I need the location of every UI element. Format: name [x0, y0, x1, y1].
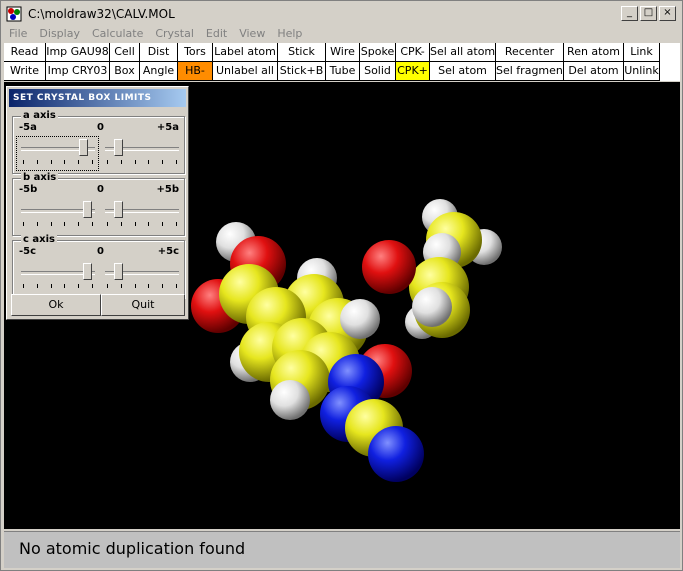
menu-display[interactable]: Display [33, 25, 86, 43]
atom-oxygen [362, 240, 416, 294]
b-axis-min-label: -5b [19, 184, 38, 195]
slider-thumb[interactable] [114, 139, 123, 156]
angle-button[interactable]: Angle [140, 62, 178, 81]
del-atom-button[interactable]: Del atom [564, 62, 624, 81]
toolbar-row-2: Write Imp CRY03 Box Angle HB- Unlabel al… [4, 62, 660, 81]
read-button[interactable]: Read [4, 43, 46, 62]
sel-fragment-button[interactable]: Sel fragment [496, 62, 564, 81]
cpk-minus-button[interactable]: CPK- [396, 43, 430, 62]
slider-thumb[interactable] [114, 263, 123, 280]
minimize-button[interactable]: _ [621, 6, 638, 21]
menu-bar: File Display Calculate Crystal Edit View… [3, 25, 308, 43]
app-icon [6, 6, 22, 22]
solid-button[interactable]: Solid [360, 62, 396, 81]
stick-b-button[interactable]: Stick+B [278, 62, 326, 81]
tube-button[interactable]: Tube [326, 62, 360, 81]
b-axis-group: b axis -5b 0 +5b [12, 172, 185, 236]
dist-button[interactable]: Dist [140, 43, 178, 62]
a-axis-group: a axis -5a 0 +5a [12, 110, 185, 174]
unlabel-all-button[interactable]: Unlabel all [213, 62, 278, 81]
label-atom-button[interactable]: Label atom [213, 43, 278, 62]
a-axis-max-label: +5a [156, 122, 179, 133]
hb-minus-button[interactable]: HB- [178, 62, 213, 81]
a-axis-max-slider[interactable] [105, 137, 179, 167]
c-axis-legend: c axis [21, 234, 57, 245]
c-axis-max-slider[interactable] [105, 261, 179, 291]
slider-thumb[interactable] [114, 201, 123, 218]
menu-view[interactable]: View [233, 25, 271, 43]
c-axis-min-slider[interactable] [21, 261, 95, 291]
c-axis-zero-label: 0 [97, 246, 104, 257]
write-button[interactable]: Write [4, 62, 46, 81]
spoke-button[interactable]: Spoke [360, 43, 396, 62]
quit-button[interactable]: Quit [101, 294, 185, 316]
menu-calculate[interactable]: Calculate [86, 25, 149, 43]
link-button[interactable]: Link [624, 43, 660, 62]
title-bar[interactable]: C:\moldraw32\CALV.MOL _ □ × [3, 3, 680, 24]
atom-hydrogen [412, 287, 452, 327]
cpk-plus-button[interactable]: CPK+ [396, 62, 430, 81]
cell-button[interactable]: Cell [110, 43, 140, 62]
menu-edit[interactable]: Edit [200, 25, 233, 43]
c-axis-max-label: +5c [157, 246, 179, 257]
a-axis-min-label: -5a [19, 122, 37, 133]
wire-button[interactable]: Wire [326, 43, 360, 62]
menu-help[interactable]: Help [271, 25, 308, 43]
recenter-button[interactable]: Recenter [496, 43, 564, 62]
a-axis-zero-label: 0 [97, 122, 104, 133]
status-bar: No atomic duplication found [4, 531, 680, 568]
dialog-title[interactable]: SET CRYSTAL BOX LIMITS [9, 89, 186, 107]
ok-button[interactable]: Ok [11, 294, 101, 316]
slider-thumb[interactable] [83, 263, 92, 280]
close-button[interactable]: × [659, 6, 676, 21]
crystal-box-dialog: SET CRYSTAL BOX LIMITS a axis -5a 0 +5a … [6, 86, 189, 320]
imp-gau98-button[interactable]: Imp GAU98 [46, 43, 110, 62]
b-axis-min-slider[interactable] [21, 199, 95, 229]
b-axis-legend: b axis [21, 172, 59, 183]
status-message: No atomic duplication found [19, 539, 246, 558]
ren-atom-button[interactable]: Ren atom [564, 43, 624, 62]
tors-button[interactable]: Tors [178, 43, 213, 62]
toolbar-row-1: Read Imp GAU98 Cell Dist Tors Label atom… [4, 43, 660, 62]
atom-hydrogen [340, 299, 380, 339]
window-title: C:\moldraw32\CALV.MOL [28, 6, 175, 21]
atom-hydrogen [270, 380, 310, 420]
b-axis-zero-label: 0 [97, 184, 104, 195]
a-axis-min-slider[interactable] [21, 137, 95, 167]
main-window: C:\moldraw32\CALV.MOL _ □ × File Display… [0, 0, 683, 571]
b-axis-max-slider[interactable] [105, 199, 179, 229]
c-axis-min-label: -5c [19, 246, 37, 257]
stick-button[interactable]: Stick [278, 43, 326, 62]
atom-nitrogen [368, 426, 424, 482]
menu-file[interactable]: File [3, 25, 33, 43]
sel-atom-button[interactable]: Sel atom [430, 62, 496, 81]
sel-all-atom-button[interactable]: Sel all atom [430, 43, 496, 62]
c-axis-group: c axis -5c 0 +5c [12, 234, 185, 298]
unlink-button[interactable]: Unlink [624, 62, 660, 81]
imp-cry03-button[interactable]: Imp CRY03 [46, 62, 110, 81]
box-button[interactable]: Box [110, 62, 140, 81]
slider-thumb[interactable] [79, 139, 88, 156]
a-axis-legend: a axis [21, 110, 58, 121]
maximize-button[interactable]: □ [640, 6, 657, 21]
slider-thumb[interactable] [83, 201, 92, 218]
menu-crystal[interactable]: Crystal [149, 25, 200, 43]
command-toolbar: Read Imp GAU98 Cell Dist Tors Label atom… [4, 43, 680, 81]
b-axis-max-label: +5b [156, 184, 180, 195]
